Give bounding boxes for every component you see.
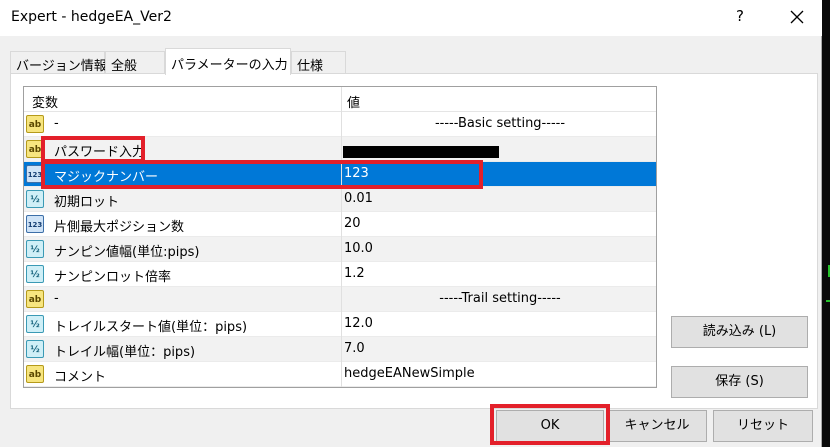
integer-123-icon: 123 — [26, 215, 44, 233]
ab-string-icon: ab — [26, 365, 44, 383]
parameter-value[interactable]: 12.0 — [344, 316, 373, 331]
reset-button[interactable]: リセット — [713, 410, 813, 442]
tab-version-info[interactable]: バージョン情報 — [10, 51, 107, 74]
column-header-variable[interactable]: 変数 — [32, 92, 58, 111]
tab-label: バージョン情報 — [16, 59, 107, 74]
parameter-name: 片側最大ポジション数 — [54, 220, 185, 235]
parameter-name: ナンピンロット倍率 — [54, 270, 172, 285]
annotation-box-password — [41, 136, 145, 163]
tab-specification[interactable]: 仕様 — [291, 51, 346, 74]
double-half-icon: ½ — [26, 240, 44, 258]
parameter-name: - — [54, 116, 59, 131]
cancel-button[interactable]: キャンセル — [607, 410, 707, 442]
tab-label: 全般 — [111, 59, 138, 74]
tab-general[interactable]: 全般 — [105, 51, 165, 74]
expert-properties-dialog: Expert - hedgeEA_Ver2 ? バージョン情報 全般 パラメータ… — [0, 0, 822, 447]
tab-label: 仕様 — [297, 59, 324, 74]
double-half-icon: ½ — [26, 265, 44, 283]
tab-parameters[interactable]: パラメーターの入力 — [165, 48, 291, 75]
parameter-value[interactable]: hedgeEANewSimple — [344, 366, 475, 381]
parameter-value[interactable]: 10.0 — [344, 241, 373, 256]
close-icon[interactable] — [786, 6, 808, 28]
load-button[interactable]: 読み込み (L) — [671, 316, 808, 348]
parameter-value[interactable]: 7.0 — [344, 341, 365, 356]
column-divider[interactable] — [341, 87, 342, 387]
help-icon[interactable]: ? — [733, 7, 747, 25]
annotation-box-magic-number — [41, 160, 483, 189]
parameter-name: ナンピン値幅(単位:pips) — [54, 245, 200, 260]
double-half-icon: ½ — [26, 315, 44, 333]
annotation-box-ok — [490, 404, 610, 445]
ab-string-icon: ab — [26, 290, 44, 308]
parameter-value[interactable]: 1.2 — [344, 266, 365, 281]
title-bar: Expert - hedgeEA_Ver2 ? — [0, 0, 822, 36]
parameter-value[interactable]: -----Basic setting----- — [342, 116, 656, 131]
window-title: Expert - hedgeEA_Ver2 — [11, 9, 172, 25]
parameter-name: - — [54, 291, 59, 306]
double-half-icon: ½ — [26, 190, 44, 208]
masked-password-value[interactable] — [343, 146, 499, 158]
double-half-icon: ½ — [26, 340, 44, 358]
parameter-value[interactable]: 20 — [344, 216, 361, 231]
save-button[interactable]: 保存 (S) — [671, 366, 808, 398]
parameter-name: 初期ロット — [54, 195, 120, 210]
chart-candle-mark — [826, 300, 830, 302]
parameter-value[interactable]: 0.01 — [344, 191, 373, 206]
column-header-value[interactable]: 値 — [347, 92, 360, 111]
parameter-name: コメント — [54, 370, 107, 385]
ab-string-icon: ab — [26, 115, 44, 133]
tab-label: パラメーターの入力 — [171, 58, 288, 73]
parameters-grid[interactable]: 変数 値 ab - -----Basic setting----- ab パスワード入力… — [23, 86, 657, 388]
parameter-value[interactable]: -----Trail setting----- — [342, 291, 656, 306]
parameter-name: トレイルスタート値(単位：pips) — [54, 320, 248, 335]
parameter-name: トレイル幅(単位：pips) — [54, 345, 196, 360]
background-chart-strip — [822, 0, 830, 447]
